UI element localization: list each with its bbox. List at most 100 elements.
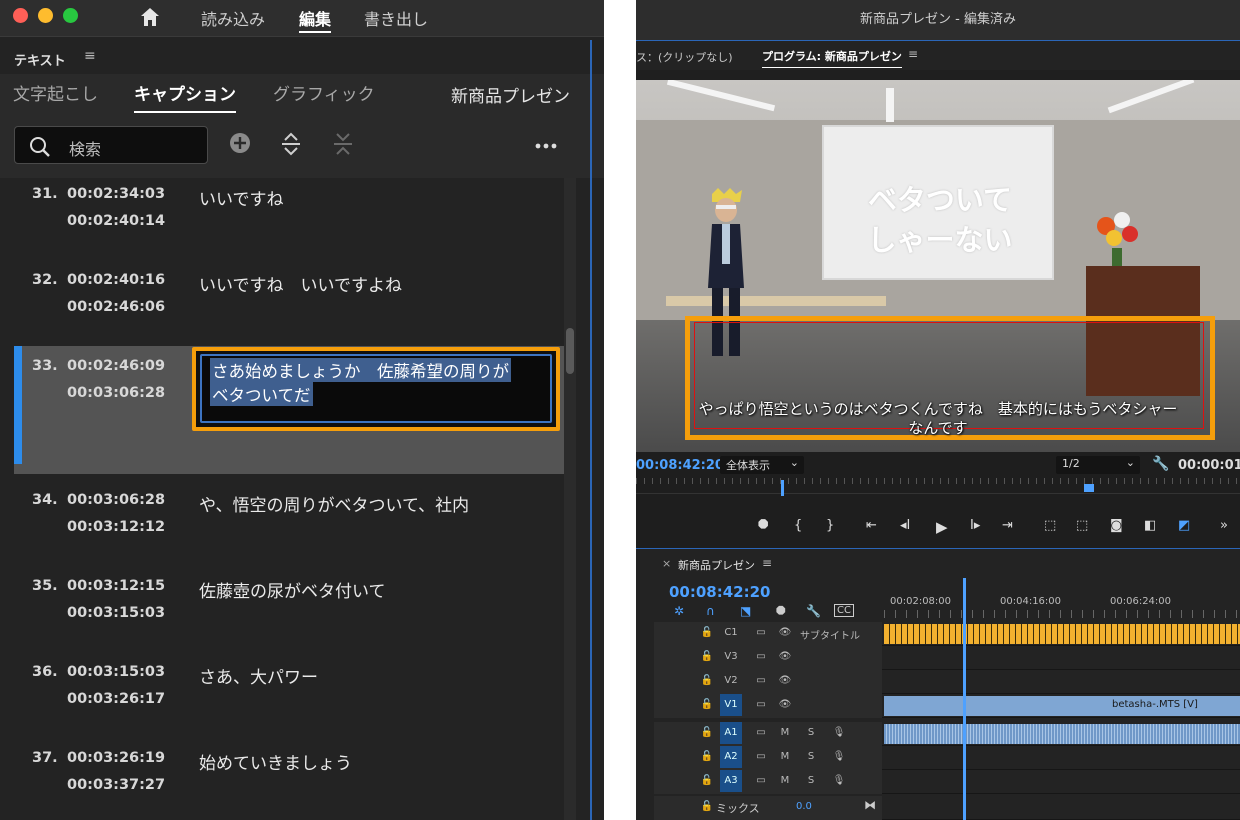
track-label[interactable]: V1 [720, 694, 742, 716]
lock-icon[interactable]: 🔓 [696, 646, 718, 668]
timeline-playhead[interactable] [963, 578, 966, 820]
caption-row[interactable]: 34. 00:03:06:28 00:03:12:12 や、悟空の周りがベタつい… [14, 484, 564, 570]
tab-import[interactable]: 読み込み [201, 6, 265, 30]
caption-text-line1[interactable]: さあ始めましょうか 佐藤希望の周りが [210, 358, 511, 382]
caption-text[interactable]: 佐藤壺の尿がベタ付いて [199, 577, 386, 602]
linked-selection-icon[interactable]: ⬔ [740, 604, 751, 618]
caption-text-line2[interactable]: ベタついてだ [210, 382, 313, 406]
monitor-menu-icon[interactable]: ≡ [908, 47, 918, 61]
microphone-icon[interactable]: 🎙 [828, 770, 850, 792]
split-caption-icon[interactable] [280, 132, 302, 156]
tab-source-monitor[interactable]: ス：(クリップなし) [636, 49, 733, 65]
sync-lock-icon[interactable]: ▭ [750, 694, 772, 716]
microphone-icon[interactable]: 🎙 [828, 746, 850, 768]
mix-volume[interactable]: 0.0 [796, 801, 812, 812]
tab-graphics[interactable]: グラフィック [273, 80, 375, 105]
add-caption-icon[interactable] [229, 132, 251, 154]
caption-text[interactable]: さあ、大パワー [199, 663, 318, 688]
resolution-dropdown[interactable]: 1/2 ⌄ [1056, 456, 1140, 474]
timeline-sequence-name[interactable]: 新商品プレゼン [678, 557, 755, 573]
caption-text[interactable]: いいですね [199, 185, 284, 210]
lock-icon[interactable]: 🔓 [696, 770, 718, 792]
out-point-marker[interactable] [1084, 484, 1094, 492]
track-label[interactable]: A1 [720, 722, 742, 744]
lock-icon[interactable]: 🔓 [696, 722, 718, 744]
go-to-end-icon[interactable]: ⧓ [864, 798, 876, 812]
mark-in-icon[interactable]: { [794, 518, 802, 533]
step-forward-icon[interactable]: I▸ [970, 518, 980, 533]
mute-button[interactable]: M [774, 746, 796, 768]
caption-clips[interactable] [884, 624, 1240, 644]
scrollbar-thumb[interactable] [566, 328, 574, 374]
timeline-menu-icon[interactable]: ≡ [762, 556, 772, 570]
add-marker-icon[interactable]: ⯃ [776, 604, 786, 619]
caption-edit-box[interactable]: さあ始めましょうか 佐藤希望の周りが ベタついてだ [192, 347, 560, 431]
lock-icon[interactable]: 🔓 [696, 670, 718, 692]
caption-row[interactable]: 37. 00:03:26:19 00:03:37:27 始めていきましょう [14, 742, 564, 820]
monitor-scrub-bar[interactable] [636, 478, 1240, 496]
solo-button[interactable]: S [800, 770, 822, 792]
eye-icon[interactable]: 👁 [774, 622, 796, 644]
comparison-view-icon[interactable]: ◧ [1144, 518, 1156, 533]
track-label[interactable]: A2 [720, 746, 742, 768]
lock-icon[interactable]: 🔓 [696, 746, 718, 768]
timeline-timecode[interactable]: 00:08:42:20 [669, 583, 771, 601]
mute-button[interactable]: M [774, 722, 796, 744]
caption-row[interactable]: 32. 00:02:40:16 00:02:46:06 いいですね いいですよね [14, 264, 564, 350]
caption-scrollbar[interactable] [564, 178, 576, 820]
tab-edit[interactable]: 編集 [299, 6, 332, 33]
more-options-icon[interactable] [535, 142, 557, 150]
home-icon[interactable] [138, 5, 162, 29]
caption-overlay-line2[interactable]: なんです [636, 417, 1240, 438]
step-back-icon[interactable]: ◂I [900, 518, 910, 533]
merge-caption-icon[interactable] [332, 132, 354, 156]
eye-icon[interactable]: 👁 [774, 694, 796, 716]
lock-icon[interactable]: 🔓 [696, 622, 718, 644]
go-to-out-icon[interactable]: ⇥ [1002, 518, 1013, 533]
caption-row[interactable]: 31. 00:02:34:03 00:02:40:14 いいですね [14, 178, 564, 264]
lock-icon[interactable]: 🔓 [696, 796, 718, 818]
search-field[interactable]: 検索 [14, 126, 208, 164]
solo-button[interactable]: S [800, 746, 822, 768]
sync-lock-icon[interactable]: ▭ [750, 622, 772, 644]
program-video-frame[interactable]: ベタついて しゃーない やっぱり悟空というのはベタつくんですね 基本的にはもうベ… [636, 80, 1240, 452]
close-sequence-icon[interactable]: × [662, 557, 671, 570]
track-label[interactable]: V2 [720, 670, 742, 692]
wrench-icon[interactable]: 🔧 [806, 604, 821, 618]
maximize-window-button[interactable] [63, 8, 78, 23]
sync-lock-icon[interactable]: ▭ [750, 746, 772, 768]
sync-lock-icon[interactable]: ▭ [750, 646, 772, 668]
snap-icon[interactable]: ∩ [706, 604, 715, 618]
solo-button[interactable]: S [800, 722, 822, 744]
track-label[interactable]: A3 [720, 770, 742, 792]
caption-row[interactable]: 35. 00:03:12:15 00:03:15:03 佐藤壺の尿がベタ付いて [14, 570, 564, 656]
play-icon[interactable]: ▶ [936, 518, 948, 536]
tab-captions[interactable]: キャプション [134, 80, 236, 113]
tab-export[interactable]: 書き出し [364, 6, 428, 30]
nest-icon[interactable]: ✲ [674, 604, 684, 618]
captions-icon[interactable]: CC [834, 604, 854, 617]
add-marker-icon[interactable]: ⯃ [758, 518, 768, 533]
track-label[interactable]: V3 [720, 646, 742, 668]
caption-text-input[interactable]: さあ始めましょうか 佐藤希望の周りが ベタついてだ [200, 354, 552, 423]
export-frame-icon[interactable]: ◙ [1110, 518, 1123, 533]
minimize-window-button[interactable] [38, 8, 53, 23]
caption-overlay-line1[interactable]: やっぱり悟空というのはベタつくんですね 基本的にはもうベタシャー [636, 398, 1240, 419]
sync-lock-icon[interactable]: ▭ [750, 670, 772, 692]
lock-icon[interactable]: 🔓 [696, 694, 718, 716]
caption-row[interactable]: 36. 00:03:15:03 00:03:26:17 さあ、大パワー [14, 656, 564, 742]
eye-icon[interactable]: 👁 [774, 670, 796, 692]
go-to-in-icon[interactable]: ⇤ [866, 518, 877, 533]
tab-program-monitor[interactable]: プログラム: 新商品プレゼン [762, 48, 902, 68]
tab-transcript[interactable]: 文字起こし [13, 80, 98, 105]
more-controls-icon[interactable]: » [1220, 518, 1228, 533]
video-clip[interactable]: betasha-.MTS [V] [884, 696, 1240, 716]
eye-icon[interactable]: 👁 [774, 646, 796, 668]
lift-icon[interactable]: ⬚ [1044, 518, 1056, 533]
mute-button[interactable]: M [774, 770, 796, 792]
close-window-button[interactable] [13, 8, 28, 23]
audio-clip[interactable] [884, 724, 1240, 744]
timeline-ruler[interactable] [884, 610, 1240, 618]
wrench-icon[interactable]: 🔧 [1152, 456, 1169, 472]
caption-text[interactable]: や、悟空の周りがベタついて、社内 [199, 491, 469, 516]
